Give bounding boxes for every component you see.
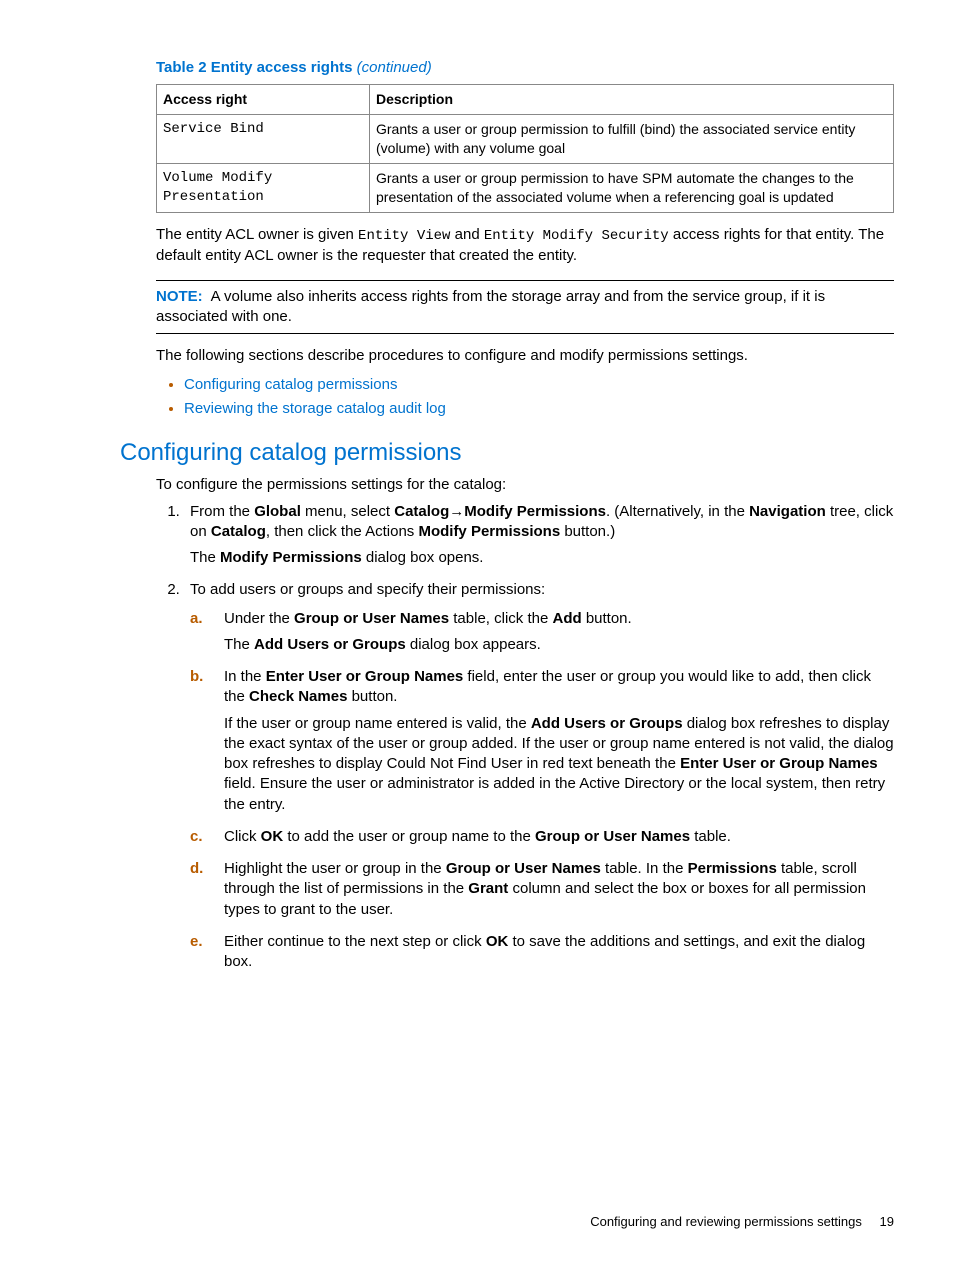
intro-line: To configure the permissions settings fo…	[156, 475, 894, 495]
page-footer: Configuring and reviewing permissions se…	[590, 1213, 894, 1231]
step-2b-detail: If the user or group name entered is val…	[224, 714, 894, 815]
cell-desc: Grants a user or group permission to ful…	[370, 115, 894, 164]
th-description: Description	[370, 85, 894, 115]
text: Click	[224, 828, 261, 845]
text: The entity ACL owner is given	[156, 226, 358, 243]
paragraph-owner: The entity ACL owner is given Entity Vie…	[156, 225, 894, 266]
text: Either continue to the next step or clic…	[224, 933, 486, 950]
link-reviewing[interactable]: Reviewing the storage catalog audit log	[184, 400, 446, 417]
text: menu, select	[301, 503, 394, 520]
bold: Group or User Names	[446, 860, 601, 877]
bold: Modify Permissions	[220, 549, 362, 566]
bold: OK	[486, 933, 509, 950]
bold: Add	[552, 610, 581, 627]
bold: Add Users or Groups	[254, 636, 406, 653]
step-2: To add users or groups and specify their…	[184, 580, 894, 972]
step-1-result: The Modify Permissions dialog box opens.	[190, 548, 894, 568]
text: In the	[224, 668, 266, 685]
bold: Modify Permissions	[464, 503, 606, 520]
code-text: Entity View	[358, 228, 450, 244]
step-2a-result: The Add Users or Groups dialog box appea…	[224, 635, 894, 655]
table-caption: Table 2 Entity access rights (continued)	[156, 58, 894, 78]
text: Highlight the user or group in the	[224, 860, 446, 877]
cell-access: Service Bind	[157, 115, 370, 164]
text: to add the user or group name to the	[283, 828, 535, 845]
bold: Enter User or Group Names	[680, 755, 878, 772]
cell-access: Volume Modify Presentation	[157, 163, 370, 212]
bold: OK	[261, 828, 284, 845]
note-label: NOTE:	[156, 288, 203, 305]
bold: Group or User Names	[535, 828, 690, 845]
bold: Catalog	[394, 503, 449, 520]
step-2b: b. In the Enter User or Group Names fiel…	[218, 667, 894, 815]
cell-desc: Grants a user or group permission to hav…	[370, 163, 894, 212]
marker-c: c.	[190, 827, 203, 847]
links-list: Configuring catalog permissions Reviewin…	[156, 375, 894, 420]
bold: Modify Permissions	[418, 523, 560, 540]
note-block: NOTE:A volume also inherits access right…	[156, 280, 894, 335]
step-2e: e. Either continue to the next step or c…	[218, 932, 894, 973]
bold: Add Users or Groups	[531, 715, 683, 732]
text: button.)	[560, 523, 615, 540]
link-configuring[interactable]: Configuring catalog permissions	[184, 376, 397, 393]
bold: Catalog	[211, 523, 266, 540]
caption-text: Table 2 Entity access rights	[156, 59, 357, 76]
bold: Check Names	[249, 688, 347, 705]
text: button.	[347, 688, 397, 705]
text: and	[450, 226, 483, 243]
marker-d: d.	[190, 859, 203, 879]
bold: Permissions	[688, 860, 777, 877]
footer-text: Configuring and reviewing permissions se…	[590, 1214, 862, 1229]
note-text: A volume also inherits access rights fro…	[156, 288, 825, 325]
text: The	[190, 549, 220, 566]
step-2c: c. Click OK to add the user or group nam…	[218, 827, 894, 847]
main-steps: From the Global menu, select Catalog→Mod…	[156, 502, 894, 973]
marker-b: b.	[190, 667, 203, 687]
text: Under the	[224, 610, 294, 627]
text: dialog box opens.	[362, 549, 484, 566]
paragraph-following: The following sections describe procedur…	[156, 346, 894, 366]
text: dialog box appears.	[406, 636, 541, 653]
text: table.	[690, 828, 731, 845]
arrow-icon: →	[449, 503, 464, 520]
list-item: Configuring catalog permissions	[184, 375, 894, 395]
table-row: Volume Modify Presentation Grants a user…	[157, 163, 894, 212]
list-item: Reviewing the storage catalog audit log	[184, 399, 894, 419]
bold: Global	[254, 503, 301, 520]
text: To add users or groups and specify their…	[190, 581, 545, 598]
text: , then click the Actions	[266, 523, 419, 540]
text: field. Ensure the user or administrator …	[224, 775, 885, 812]
section-heading: Configuring catalog permissions	[120, 437, 894, 469]
text: . (Alternatively, in the	[606, 503, 749, 520]
marker-e: e.	[190, 932, 203, 952]
text: button.	[582, 610, 632, 627]
step-1: From the Global menu, select Catalog→Mod…	[184, 502, 894, 569]
th-access-right: Access right	[157, 85, 370, 115]
page-number: 19	[880, 1214, 894, 1229]
sub-steps: a. Under the Group or User Names table, …	[190, 609, 894, 973]
bold: Navigation	[749, 503, 826, 520]
caption-continued: (continued)	[357, 59, 432, 76]
step-2d: d. Highlight the user or group in the Gr…	[218, 859, 894, 920]
text: The	[224, 636, 254, 653]
access-rights-table: Access right Description Service Bind Gr…	[156, 84, 894, 212]
table-row: Service Bind Grants a user or group perm…	[157, 115, 894, 164]
bold: Group or User Names	[294, 610, 449, 627]
bold: Enter User or Group Names	[266, 668, 464, 685]
bold: Grant	[468, 880, 508, 897]
text: From the	[190, 503, 254, 520]
text: table, click the	[449, 610, 552, 627]
step-2a: a. Under the Group or User Names table, …	[218, 609, 894, 656]
marker-a: a.	[190, 609, 203, 629]
text: table. In the	[601, 860, 688, 877]
code-text: Entity Modify Security	[484, 228, 669, 244]
text: If the user or group name entered is val…	[224, 715, 531, 732]
